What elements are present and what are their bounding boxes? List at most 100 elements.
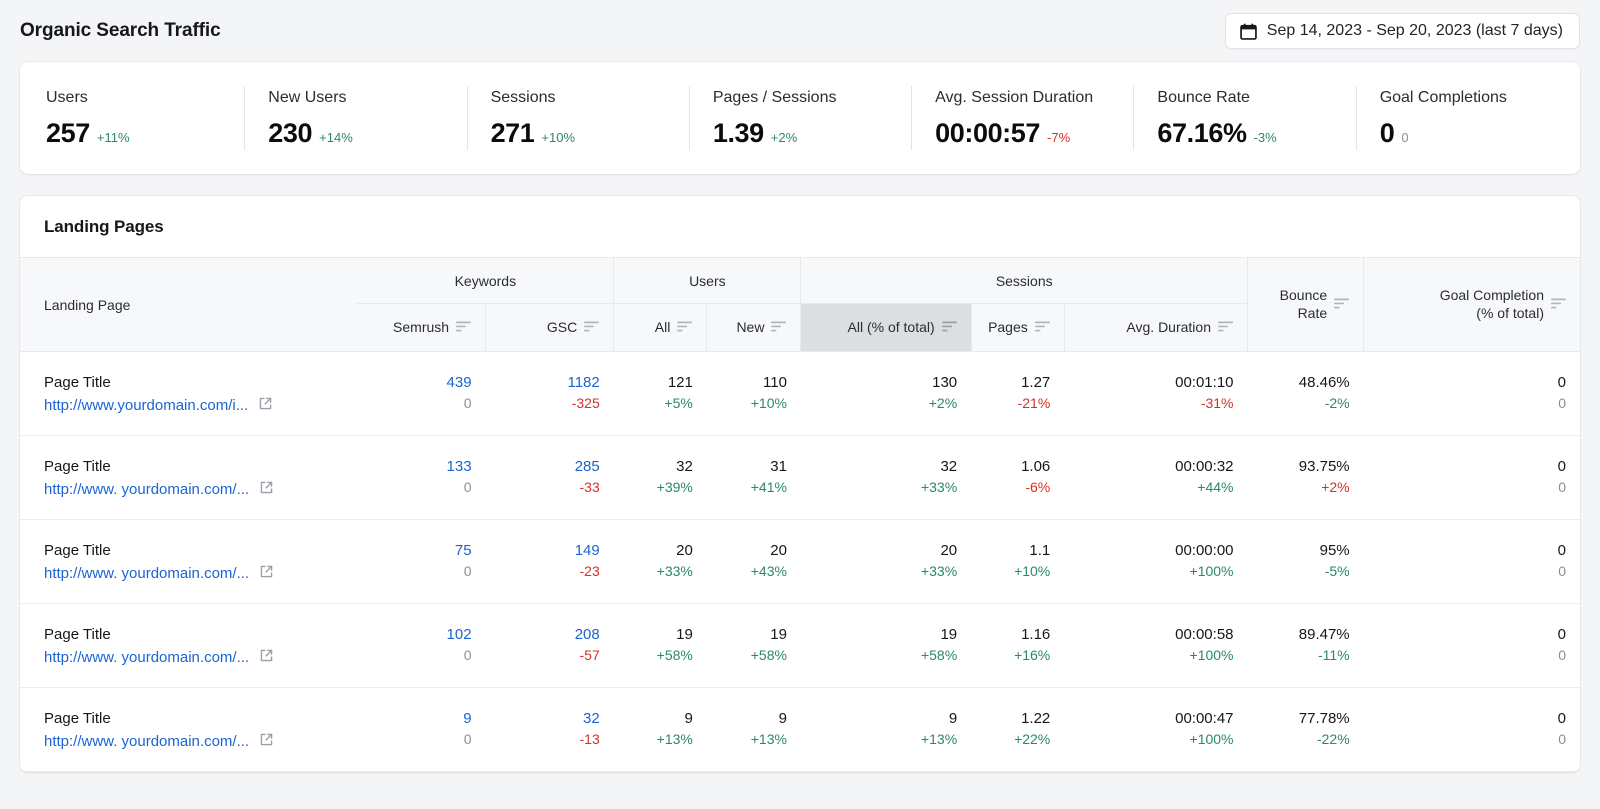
users-all-value: 19 xyxy=(628,625,693,645)
gsc-value[interactable]: 32 xyxy=(500,709,600,729)
avg-duration-value: 00:01:10 xyxy=(1078,373,1233,393)
gsc-value[interactable]: 149 xyxy=(500,541,600,561)
table-row[interactable]: Page Title http://www. yourdomain.com/..… xyxy=(20,520,1580,604)
pages-cell: 1.1 +10% xyxy=(971,520,1064,604)
sort-descending-icon[interactable] xyxy=(1334,297,1349,313)
date-range-picker[interactable]: Sep 14, 2023 - Sep 20, 2023 (last 7 days… xyxy=(1225,13,1580,49)
column-label: All xyxy=(655,319,671,337)
table-row[interactable]: Page Title http://www. yourdomain.com/..… xyxy=(20,436,1580,520)
goal-completion-cell: 0 0 xyxy=(1364,352,1580,436)
semrush-value[interactable]: 102 xyxy=(371,625,471,645)
sessions-all-value: 20 xyxy=(815,541,957,561)
goal-value: 0 xyxy=(1378,625,1566,645)
semrush-value[interactable]: 133 xyxy=(371,457,471,477)
users-all-value: 121 xyxy=(628,373,693,393)
column-label: Avg. Duration xyxy=(1126,319,1211,337)
bounce-rate-value: 95% xyxy=(1262,541,1350,561)
goal-value: 0 xyxy=(1378,373,1566,393)
pages-value: 1.22 xyxy=(985,709,1050,729)
users-all-delta: +5% xyxy=(628,393,693,413)
kpi-value: 230 xyxy=(268,120,312,147)
column-group-sessions: Sessions xyxy=(801,258,1248,304)
sort-descending-icon[interactable] xyxy=(771,320,786,336)
kpi-label: Sessions xyxy=(491,90,689,106)
sort-descending-icon[interactable] xyxy=(1218,320,1233,336)
users-all-cell: 20 +33% xyxy=(614,520,707,604)
kpi-label: Pages / Sessions xyxy=(713,90,911,106)
page-title-text: Page Title xyxy=(44,708,347,729)
avg-duration-cell: 00:00:32 +44% xyxy=(1064,436,1247,520)
pages-cell: 1.16 +16% xyxy=(971,604,1064,688)
group-label: Users xyxy=(689,273,726,289)
bounce-rate-delta: -11% xyxy=(1262,645,1350,665)
bounce-rate-value: 89.47% xyxy=(1262,625,1350,645)
column-header-semrush[interactable]: Semrush xyxy=(357,304,485,352)
column-header-landing-page[interactable]: Landing Page xyxy=(20,258,357,352)
column-header-gsc[interactable]: GSC xyxy=(486,304,614,352)
semrush-delta: 0 xyxy=(371,477,471,497)
goal-value: 0 xyxy=(1378,457,1566,477)
column-header-sessions-all[interactable]: All (% of total) xyxy=(801,304,971,352)
goal-delta: 0 xyxy=(1378,561,1566,581)
page-url-link[interactable]: http://www. yourdomain.com/... xyxy=(44,649,249,666)
gsc-delta: -33 xyxy=(500,477,600,497)
semrush-delta: 0 xyxy=(371,561,471,581)
kpi-delta: 0 xyxy=(1401,131,1408,144)
sort-descending-icon[interactable] xyxy=(456,320,471,336)
column-group-users: Users xyxy=(614,258,801,304)
external-link-icon[interactable] xyxy=(258,396,273,415)
semrush-value[interactable]: 439 xyxy=(371,373,471,393)
users-new-delta: +13% xyxy=(721,729,787,749)
goal-completion-cell: 0 0 xyxy=(1364,520,1580,604)
table-row[interactable]: Page Title http://www.yourdomain.com/i..… xyxy=(20,352,1580,436)
sort-descending-icon[interactable] xyxy=(584,320,599,336)
avg-duration-delta: +44% xyxy=(1078,477,1233,497)
landing-page-cell: Page Title http://www. yourdomain.com/..… xyxy=(20,520,357,604)
kpi-delta: -3% xyxy=(1254,131,1277,144)
column-label: New xyxy=(736,319,764,337)
kpi-new-users: New Users 230 +14% xyxy=(244,62,466,174)
column-header-bounce-rate[interactable]: Bounce Rate xyxy=(1248,258,1364,352)
sort-descending-icon[interactable] xyxy=(1035,320,1050,336)
kpi-label: Bounce Rate xyxy=(1157,90,1355,106)
external-link-icon[interactable] xyxy=(259,648,274,667)
users-new-cell: 19 +58% xyxy=(707,604,801,688)
column-header-users-all[interactable]: All xyxy=(614,304,707,352)
column-header-avg-duration[interactable]: Avg. Duration xyxy=(1064,304,1247,352)
semrush-value[interactable]: 75 xyxy=(371,541,471,561)
column-label: Goal Completion xyxy=(1440,287,1544,303)
sessions-all-delta: +2% xyxy=(815,393,957,413)
users-all-delta: +39% xyxy=(628,477,693,497)
page-url-link[interactable]: http://www. yourdomain.com/... xyxy=(44,481,249,498)
table-row[interactable]: Page Title http://www. yourdomain.com/..… xyxy=(20,604,1580,688)
page-title-text: Page Title xyxy=(44,540,347,561)
semrush-value[interactable]: 9 xyxy=(371,709,471,729)
external-link-icon[interactable] xyxy=(259,564,274,583)
table-row[interactable]: Page Title http://www. yourdomain.com/..… xyxy=(20,688,1580,772)
gsc-value[interactable]: 285 xyxy=(500,457,600,477)
sessions-all-cell: 19 +58% xyxy=(801,604,971,688)
table-header-group-row: Landing Page Keywords Users Sessions xyxy=(20,258,1580,304)
external-link-icon[interactable] xyxy=(259,732,274,751)
avg-duration-value: 00:00:58 xyxy=(1078,625,1233,645)
users-all-value: 32 xyxy=(628,457,693,477)
sessions-all-delta: +13% xyxy=(815,729,957,749)
column-header-goal-completion[interactable]: Goal Completion (% of total) xyxy=(1364,258,1580,352)
page-url-link[interactable]: http://www. yourdomain.com/... xyxy=(44,733,249,750)
sessions-all-cell: 32 +33% xyxy=(801,436,971,520)
gsc-value[interactable]: 208 xyxy=(500,625,600,645)
users-all-cell: 32 +39% xyxy=(614,436,707,520)
users-all-delta: +33% xyxy=(628,561,693,581)
external-link-icon[interactable] xyxy=(259,480,274,499)
column-header-users-new[interactable]: New xyxy=(707,304,801,352)
gsc-value[interactable]: 1182 xyxy=(500,373,600,393)
avg-duration-value: 00:00:32 xyxy=(1078,457,1233,477)
users-new-value: 19 xyxy=(721,625,787,645)
sort-descending-icon[interactable] xyxy=(677,320,692,336)
page-url-link[interactable]: http://www. yourdomain.com/... xyxy=(44,565,249,582)
column-header-pages[interactable]: Pages xyxy=(971,304,1064,352)
page-url-link[interactable]: http://www.yourdomain.com/i... xyxy=(44,397,248,414)
kpi-value: 1.39 xyxy=(713,120,764,147)
sort-descending-icon[interactable] xyxy=(1551,297,1566,313)
sort-descending-icon[interactable] xyxy=(942,320,957,336)
